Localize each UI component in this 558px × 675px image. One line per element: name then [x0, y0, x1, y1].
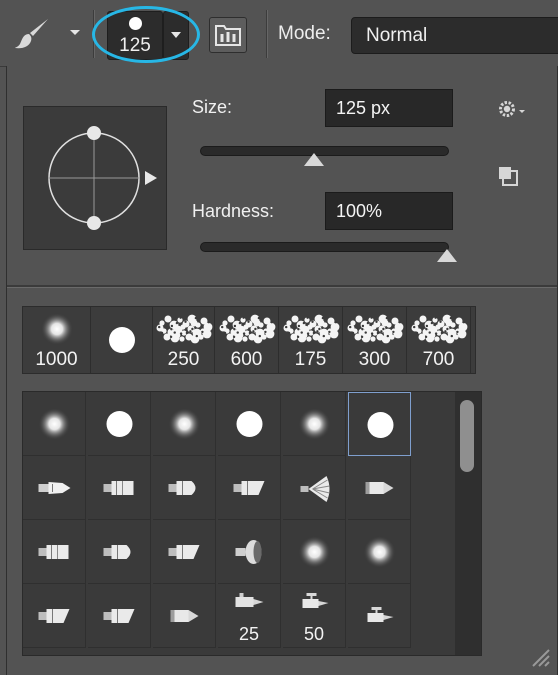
brush-tip-fan-icon — [300, 476, 330, 502]
recent-brush-size: 250 — [167, 349, 200, 370]
brush-preset-item[interactable]: 25 — [218, 584, 281, 648]
recent-brush-item[interactable]: 250 — [153, 307, 215, 373]
brush-preset-item[interactable] — [153, 392, 216, 456]
brush-preset-item[interactable] — [153, 520, 216, 584]
hardness-label: Hardness: — [192, 201, 275, 221]
recent-brush-size: 300 — [358, 349, 391, 370]
recent-brush-item[interactable]: 175 — [279, 307, 343, 373]
brush-tip-blob-icon — [235, 540, 262, 564]
hard-round-icon — [109, 327, 135, 353]
brush-preset-picker-button[interactable]: 125 — [107, 11, 163, 60]
size-label: Size: — [192, 97, 233, 117]
recent-brush-size: 1000 — [35, 349, 78, 370]
gear-icon[interactable] — [497, 98, 527, 120]
tool-preset-dropdown-icon[interactable] — [70, 30, 80, 35]
brush-preset-item[interactable] — [88, 520, 151, 584]
brush-tip-preview-icon — [129, 17, 142, 30]
brush-preset-item[interactable] — [283, 392, 346, 456]
new-preset-icon[interactable] — [498, 166, 520, 188]
mode-label: Mode: — [278, 23, 331, 44]
size-value: 125 px — [336, 98, 391, 118]
soft-round-icon — [363, 536, 396, 568]
brush-preset-item[interactable] — [23, 584, 86, 648]
hard-round-icon — [367, 412, 394, 438]
brush-preset-picker-panel: Size: 125 px Hardness: 100% 1000 250 600 17… — [6, 66, 558, 675]
brush-tip-flat-icon — [103, 481, 134, 495]
recent-brush-item[interactable] — [91, 307, 153, 373]
brush-preset-item[interactable] — [88, 392, 151, 456]
pencil-tip-icon — [365, 482, 394, 494]
hardness-field[interactable]: 100% — [325, 192, 453, 230]
toolbar-divider — [266, 10, 268, 58]
brush-tip-flat-icon — [38, 545, 69, 559]
blend-mode-select[interactable]: Normal — [351, 17, 558, 54]
soft-round-icon — [38, 408, 71, 440]
brush-preset-item[interactable] — [218, 520, 281, 584]
brush-tip-round-icon — [103, 545, 131, 559]
hard-round-icon — [236, 411, 263, 437]
soft-round-icon — [298, 536, 331, 568]
brush-preset-item[interactable] — [88, 584, 151, 648]
soft-round-icon — [298, 408, 331, 440]
hard-round-icon — [106, 411, 133, 437]
brush-preset-item[interactable] — [348, 584, 411, 648]
brush-preset-item[interactable] — [218, 392, 281, 456]
recent-brush-size: 700 — [422, 349, 455, 370]
brush-roundness-diagram — [48, 126, 157, 230]
recent-brushes-strip: 1000 250 600 175 300 700 — [22, 306, 476, 374]
brush-panel-icon — [215, 25, 241, 46]
brush-preset-item[interactable] — [23, 392, 86, 456]
hardness-value: 100% — [336, 201, 383, 221]
recent-brush-size: 600 — [230, 349, 263, 370]
brush-preset-size: 50 — [303, 624, 325, 644]
recent-brush-item[interactable]: 1000 — [23, 307, 91, 373]
hardness-slider[interactable] — [200, 242, 449, 252]
pencil-tip-icon — [170, 610, 199, 622]
scrollbar-thumb[interactable] — [460, 400, 474, 472]
hardness-slider-thumb[interactable] — [437, 249, 457, 262]
brush-tool-icon[interactable] — [14, 16, 50, 52]
soft-round-icon — [168, 408, 201, 440]
brush-tip-pointed-icon — [38, 482, 71, 494]
brush-preset-item[interactable] — [23, 456, 86, 520]
brush-size-value: 125 — [119, 35, 151, 56]
recent-brush-item[interactable]: 300 — [343, 307, 407, 373]
section-divider — [7, 285, 557, 288]
size-field[interactable]: 125 px — [325, 89, 453, 127]
brush-preset-item[interactable] — [88, 456, 151, 520]
brush-preset-item[interactable] — [283, 520, 346, 584]
brush-angle-roundness-preview[interactable] — [23, 106, 167, 250]
resize-grip-icon[interactable] — [527, 644, 551, 668]
recent-brush-item[interactable]: 600 — [215, 307, 279, 373]
brush-preset-item[interactable] — [348, 520, 411, 584]
recent-brush-size: 175 — [294, 349, 327, 370]
size-slider[interactable] — [200, 146, 449, 156]
blend-mode-value: Normal — [366, 25, 428, 46]
brush-preset-size: 25 — [238, 624, 260, 644]
brush-preset-item[interactable] — [348, 456, 411, 520]
brush-preset-item[interactable] — [153, 584, 216, 648]
toolbar-divider — [93, 10, 95, 58]
brush-tip-angle-icon — [38, 609, 70, 623]
recent-brush-item[interactable]: 700 — [407, 307, 471, 373]
brush-preset-grid: 25 50 — [22, 391, 482, 656]
toggle-brush-panel-button[interactable] — [209, 17, 247, 53]
brush-preset-item[interactable] — [283, 456, 346, 520]
airbrush-tip-2-icon — [367, 607, 394, 622]
brush-preset-item[interactable]: 50 — [283, 584, 346, 648]
options-bar: 125 Mode: Normal — [0, 0, 558, 67]
chevron-down-icon — [171, 32, 181, 38]
brush-preset-item[interactable] — [218, 456, 281, 520]
brush-preset-item[interactable] — [153, 456, 216, 520]
size-slider-thumb[interactable] — [303, 153, 324, 166]
brush-tip-angle-icon — [168, 545, 200, 559]
brush-preset-dropdown-button[interactable] — [163, 11, 189, 60]
brush-tip-angle-icon — [233, 481, 265, 495]
brush-preset-item[interactable] — [348, 392, 411, 456]
brush-tip-round-icon — [168, 481, 196, 495]
brush-tip-angle-icon — [103, 609, 135, 623]
brush-preset-item[interactable] — [23, 520, 86, 584]
